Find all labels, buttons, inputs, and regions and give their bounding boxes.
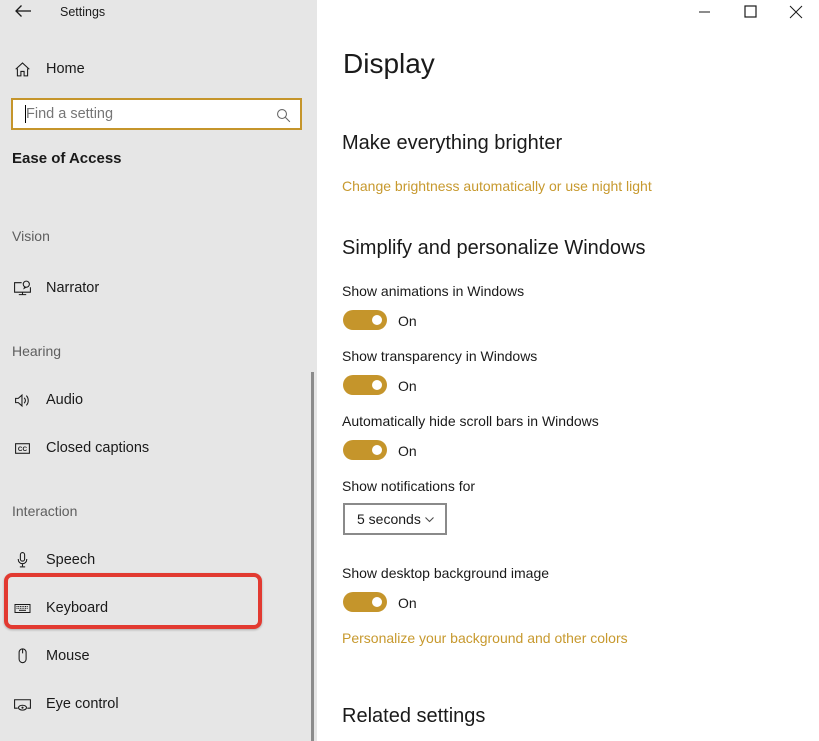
toggle-animations[interactable] xyxy=(343,310,387,330)
search-box xyxy=(11,98,302,130)
mouse-icon xyxy=(13,647,32,665)
toggle-state-hide-scrollbars: On xyxy=(398,443,417,459)
link-personalize-background[interactable]: Personalize your background and other co… xyxy=(342,630,628,646)
toggle-knob xyxy=(372,445,382,455)
svg-text:CC: CC xyxy=(18,445,28,452)
settings-window: Settings Home Ease of Access Vision xyxy=(0,0,819,741)
sidebar-scrollbar-thumb[interactable] xyxy=(311,372,314,741)
close-button[interactable] xyxy=(773,0,819,26)
search-icon xyxy=(275,107,292,129)
toggle-transparency[interactable] xyxy=(343,375,387,395)
notifications-duration-dropdown[interactable]: 5 seconds xyxy=(343,503,447,535)
minimize-button[interactable] xyxy=(681,0,727,26)
minimize-icon xyxy=(698,5,711,21)
sidebar-item-label: Audio xyxy=(46,392,83,408)
search-input[interactable] xyxy=(13,100,300,128)
section-heading-make-everything-brighter: Make everything brighter xyxy=(342,132,562,155)
sidebar-item-label: Eye control xyxy=(46,696,119,712)
toggle-desktop-background[interactable] xyxy=(343,592,387,612)
sidebar-item-label: Home xyxy=(46,61,85,77)
sidebar-item-eye-control[interactable]: Eye control xyxy=(13,693,119,715)
close-icon xyxy=(789,5,803,22)
text-caret xyxy=(25,105,26,123)
dropdown-label-notifications: Show notifications for xyxy=(342,478,475,494)
sidebar-item-closed-captions[interactable]: CC Closed captions xyxy=(13,437,149,459)
sidebar-item-narrator[interactable]: Narrator xyxy=(13,277,99,299)
section-heading-simplify-personalize: Simplify and personalize Windows xyxy=(342,237,645,260)
toggle-state-desktop-background: On xyxy=(398,595,417,611)
sidebar-item-label: Speech xyxy=(46,552,95,568)
page-title: Display xyxy=(343,48,435,80)
sidebar-category-title: Ease of Access xyxy=(12,150,122,167)
section-heading-related-settings: Related settings xyxy=(342,705,485,728)
maximize-button[interactable] xyxy=(727,0,773,26)
main-panel: Display Make everything brighter Change … xyxy=(317,0,819,741)
keyboard-icon xyxy=(13,600,32,616)
back-button[interactable] xyxy=(12,3,34,21)
toggle-knob xyxy=(372,380,382,390)
toggle-label-hide-scrollbars: Automatically hide scroll bars in Window… xyxy=(342,413,599,429)
toggle-knob xyxy=(372,315,382,325)
toggle-state-transparency: On xyxy=(398,378,417,394)
home-icon xyxy=(13,61,32,78)
sidebar-group-label-vision: Vision xyxy=(12,228,50,244)
sidebar-item-label: Keyboard xyxy=(46,600,108,616)
sidebar-item-mouse[interactable]: Mouse xyxy=(13,645,90,667)
toggle-label-desktop-background: Show desktop background image xyxy=(342,565,549,581)
link-change-brightness[interactable]: Change brightness automatically or use n… xyxy=(342,178,652,194)
narrator-icon xyxy=(13,280,32,297)
back-arrow-icon xyxy=(13,7,33,22)
sidebar-group-label-hearing: Hearing xyxy=(12,343,61,359)
speech-icon xyxy=(13,551,32,569)
sidebar-group-label-interaction: Interaction xyxy=(12,503,77,519)
toggle-label-animations: Show animations in Windows xyxy=(342,283,524,299)
toggle-label-transparency: Show transparency in Windows xyxy=(342,348,537,364)
app-title: Settings xyxy=(60,5,105,19)
dropdown-selected-value: 5 seconds xyxy=(345,511,423,527)
toggle-hide-scrollbars[interactable] xyxy=(343,440,387,460)
chevron-down-icon xyxy=(423,513,436,526)
sidebar-item-label: Closed captions xyxy=(46,440,149,456)
sidebar-item-audio[interactable]: Audio xyxy=(13,389,83,411)
toggle-knob xyxy=(372,597,382,607)
sidebar-item-keyboard[interactable]: Keyboard xyxy=(13,597,108,619)
audio-icon xyxy=(13,392,32,409)
sidebar-item-home[interactable]: Home xyxy=(13,58,85,80)
sidebar-item-label: Narrator xyxy=(46,280,99,296)
toggle-state-animations: On xyxy=(398,313,417,329)
sidebar-item-label: Mouse xyxy=(46,648,90,664)
window-controls xyxy=(681,0,819,26)
closed-captions-icon: CC xyxy=(13,440,32,457)
maximize-icon xyxy=(744,5,757,21)
sidebar-item-speech[interactable]: Speech xyxy=(13,549,95,571)
sidebar: Settings Home Ease of Access Vision xyxy=(0,0,317,741)
eye-control-icon xyxy=(13,696,32,713)
